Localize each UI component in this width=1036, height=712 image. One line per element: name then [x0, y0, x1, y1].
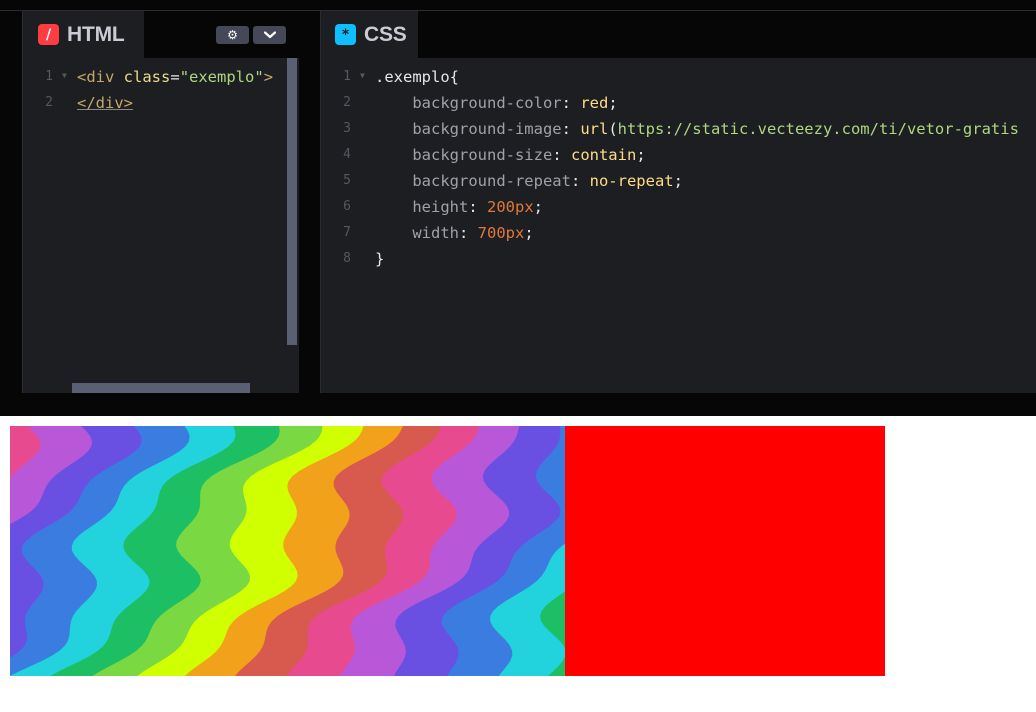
- code-token: ;: [673, 172, 683, 190]
- code-token: "exemplo": [179, 68, 264, 86]
- line-number: 6: [343, 199, 351, 214]
- code-line: 3 background-image: url(https://static.v…: [321, 116, 1036, 142]
- code-token: :: [570, 172, 590, 190]
- code-token: :: [459, 224, 478, 242]
- code-token: </div>: [77, 94, 133, 112]
- code-text: width: 700px;: [375, 220, 534, 246]
- code-token: :: [468, 198, 487, 216]
- code-line: 4 background-size: contain;: [321, 142, 1036, 168]
- result-preview: [0, 416, 1036, 712]
- rainbow-background-image: [10, 426, 565, 676]
- code-token: 200px: [487, 198, 534, 216]
- horizontal-scrollbar[interactable]: [72, 383, 250, 393]
- line-number: 5: [343, 173, 351, 188]
- fold-arrow-icon[interactable]: ▼: [62, 63, 67, 89]
- code-token: ;: [636, 146, 646, 164]
- code-token: ;: [524, 224, 534, 242]
- code-text: <div class="exemplo">: [77, 64, 273, 90]
- collapse-button[interactable]: [253, 26, 286, 44]
- code-token: contain: [570, 146, 637, 164]
- fold-arrow-icon[interactable]: ▼: [360, 63, 365, 89]
- code-line: 7 width: 700px;: [321, 220, 1036, 246]
- slash-icon: /: [38, 24, 59, 45]
- css-panel-tab[interactable]: * CSS: [321, 11, 418, 58]
- line-number: 3: [343, 121, 351, 136]
- line-number: 2: [343, 95, 351, 110]
- css-code-editor[interactable]: 1 ▼ .exemplo{2 background-color: red; 3 bac…: [321, 58, 1036, 393]
- code-text: background-color: red;: [375, 90, 618, 116]
- vertical-scrollbar[interactable]: [287, 58, 297, 345]
- code-token: height: [375, 198, 469, 216]
- code-token: class: [123, 68, 171, 86]
- code-token: {: [449, 68, 459, 86]
- code-token: background-image: [375, 120, 562, 138]
- code-line: 1 ▼ .exemplo{: [321, 64, 1036, 90]
- code-text: .exemplo{: [375, 64, 459, 90]
- line-number: 2: [45, 95, 53, 110]
- exemplo-div: [10, 426, 885, 676]
- html-panel-header: / HTML ⚙: [23, 11, 299, 58]
- line-number: 1: [45, 69, 53, 84]
- css-editor-panel: * CSS 1 ▼ .exemplo{2 background-color: red…: [320, 11, 1036, 393]
- code-line: 6 height: 200px;: [321, 194, 1036, 220]
- code-text: background-repeat: no-repeat;: [375, 168, 683, 194]
- html-panel-title: HTML: [67, 22, 125, 46]
- html-panel-tab[interactable]: / HTML: [23, 11, 144, 58]
- code-token: :: [561, 120, 581, 138]
- code-token: ;: [608, 94, 618, 112]
- code-token: .exemplo: [375, 68, 450, 86]
- code-token: background-size: [375, 146, 553, 164]
- code-token: width: [375, 224, 459, 242]
- html-code-editor[interactable]: 1 ▼ <div class="exemplo"> 2 </div>: [23, 58, 299, 393]
- css-panel-title: CSS: [364, 22, 407, 46]
- code-token: (: [608, 120, 618, 138]
- code-token: ;: [533, 198, 544, 216]
- code-text: height: 200px;: [375, 194, 543, 220]
- line-number: 1: [343, 69, 351, 84]
- code-text: </div>: [77, 90, 133, 116]
- code-token: :: [552, 146, 571, 164]
- code-token: red: [580, 94, 609, 112]
- code-text: background-size: contain;: [375, 142, 646, 168]
- code-token: =: [170, 68, 180, 86]
- code-token: :: [561, 94, 581, 112]
- code-token: >: [263, 68, 274, 86]
- editor-area: / HTML ⚙ 1 ▼ <div class="exemplo"> 2 </div> …: [0, 0, 1036, 416]
- code-token: no-repeat: [589, 172, 674, 190]
- code-line: 5 background-repeat: no-repeat;: [321, 168, 1036, 194]
- code-token: background-repeat: [375, 172, 571, 190]
- asterisk-icon: *: [335, 24, 356, 45]
- css-panel-header: * CSS: [321, 11, 1036, 58]
- code-token: url: [580, 120, 609, 138]
- code-token: <div: [77, 68, 124, 86]
- code-token: https://static.vecteezy.com/ti/vetor-gra…: [617, 120, 1019, 138]
- line-number: 8: [343, 251, 351, 266]
- html-editor-panel: / HTML ⚙ 1 ▼ <div class="exemplo"> 2 </div>: [22, 11, 299, 393]
- code-token: 700px: [477, 224, 525, 242]
- line-number: 7: [343, 225, 351, 240]
- chevron-down-icon: [263, 29, 276, 41]
- line-number: 4: [343, 147, 351, 162]
- code-text: }: [375, 246, 384, 272]
- gear-icon: ⚙: [227, 28, 238, 42]
- settings-button[interactable]: ⚙: [216, 26, 249, 44]
- code-line: 1 ▼ <div class="exemplo">: [23, 64, 299, 90]
- code-line: 2 </div>: [23, 90, 299, 116]
- code-line: 8}: [321, 246, 1036, 272]
- code-token: }: [375, 250, 385, 268]
- html-panel-controls: ⚙: [216, 26, 286, 44]
- code-line: 2 background-color: red;: [321, 90, 1036, 116]
- code-token: background-color: [375, 94, 562, 112]
- code-text: background-image: url(https://static.vec…: [375, 116, 1019, 142]
